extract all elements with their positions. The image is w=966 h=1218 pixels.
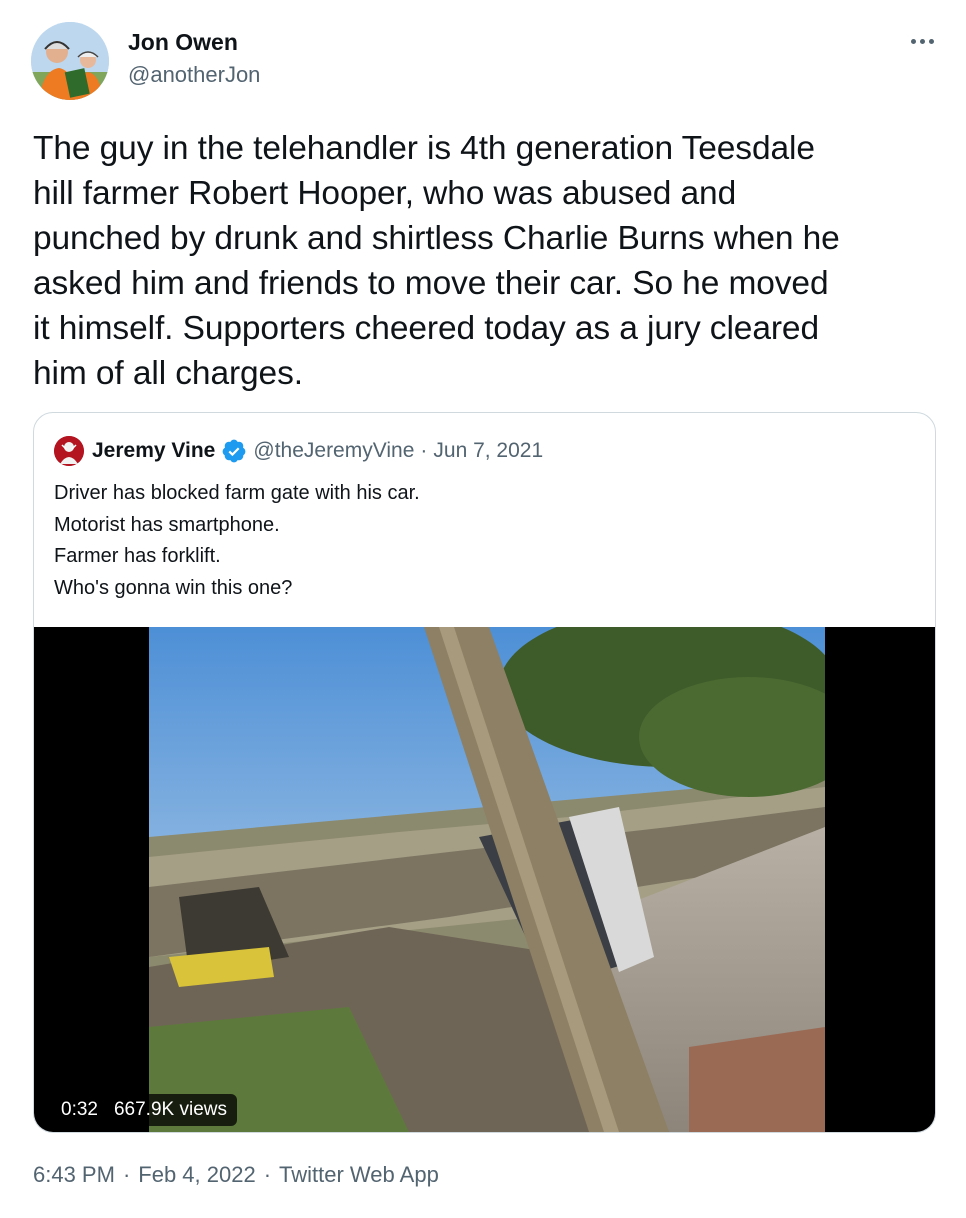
- separator: ·: [263, 1162, 272, 1187]
- tweet-metadata: 6:43 PM · Feb 4, 2022 · Twitter Web App: [33, 1162, 439, 1188]
- tweet-text-line: hill farmer Robert Hooper, who was abuse…: [33, 175, 737, 212]
- quoted-tweet-header: Jeremy Vine @theJeremyVine · Jun 7, 2021: [54, 435, 543, 467]
- quoted-author-name: Jeremy Vine: [92, 439, 216, 462]
- quoted-text-line: Farmer has forklift.: [54, 545, 221, 567]
- quoted-text-line: Driver has blocked farm gate with his ca…: [54, 482, 420, 504]
- tweet-text-line: asked him and friends to move their car.…: [33, 265, 829, 302]
- tweet-date[interactable]: Feb 4, 2022: [138, 1162, 255, 1188]
- tweet-text-line: The guy in the telehandler is 4th genera…: [33, 130, 815, 167]
- profile-avatar-icon: [31, 22, 109, 100]
- tweet-source-link[interactable]: Twitter Web App: [279, 1162, 439, 1188]
- quoted-text-line: Who's gonna win this one?: [54, 576, 293, 599]
- separator: ·: [420, 439, 428, 462]
- tweet-time[interactable]: 6:43 PM: [33, 1162, 115, 1188]
- verified-badge-icon: [223, 439, 246, 463]
- quoted-tweet-date: Jun 7, 2021: [433, 439, 544, 462]
- author-avatar[interactable]: [31, 22, 109, 100]
- author-name[interactable]: Jon Owen: [128, 29, 238, 55]
- tweet: Jon Owen @anotherJon The guy in the tele…: [0, 0, 966, 1218]
- tweet-text-line: it himself. Supporters cheered today as …: [33, 310, 819, 347]
- quoted-author-handle: @theJeremyVine: [253, 439, 415, 462]
- tweet-text-line: punched by drunk and shirtless Charlie B…: [33, 220, 840, 257]
- author-handle[interactable]: @anotherJon: [128, 62, 260, 88]
- quoted-tweet[interactable]: Jeremy Vine @theJeremyVine · Jun 7, 2021…: [33, 412, 936, 1133]
- video-views: 667.9K views: [113, 1099, 227, 1120]
- quoted-tweet-text: Driver has blocked farm gate with his ca…: [54, 478, 420, 604]
- more-horizontal-icon: [910, 38, 916, 44]
- tweet-text-line: him of all charges.: [33, 355, 303, 392]
- separator: ·: [122, 1162, 131, 1187]
- video-duration: 0:32: [61, 1099, 98, 1120]
- video-player[interactable]: 0:32 667.9K views: [34, 627, 935, 1132]
- quoted-avatar-icon: [54, 436, 84, 466]
- video-thumbnail: [149, 627, 825, 1132]
- tweet-text: The guy in the telehandler is 4th genera…: [33, 126, 943, 396]
- quoted-author-avatar: [54, 436, 84, 466]
- video-stats-badge: 0:32 667.9K views: [51, 1094, 237, 1126]
- quoted-text-line: Motorist has smartphone.: [54, 513, 280, 536]
- more-button[interactable]: [900, 26, 944, 56]
